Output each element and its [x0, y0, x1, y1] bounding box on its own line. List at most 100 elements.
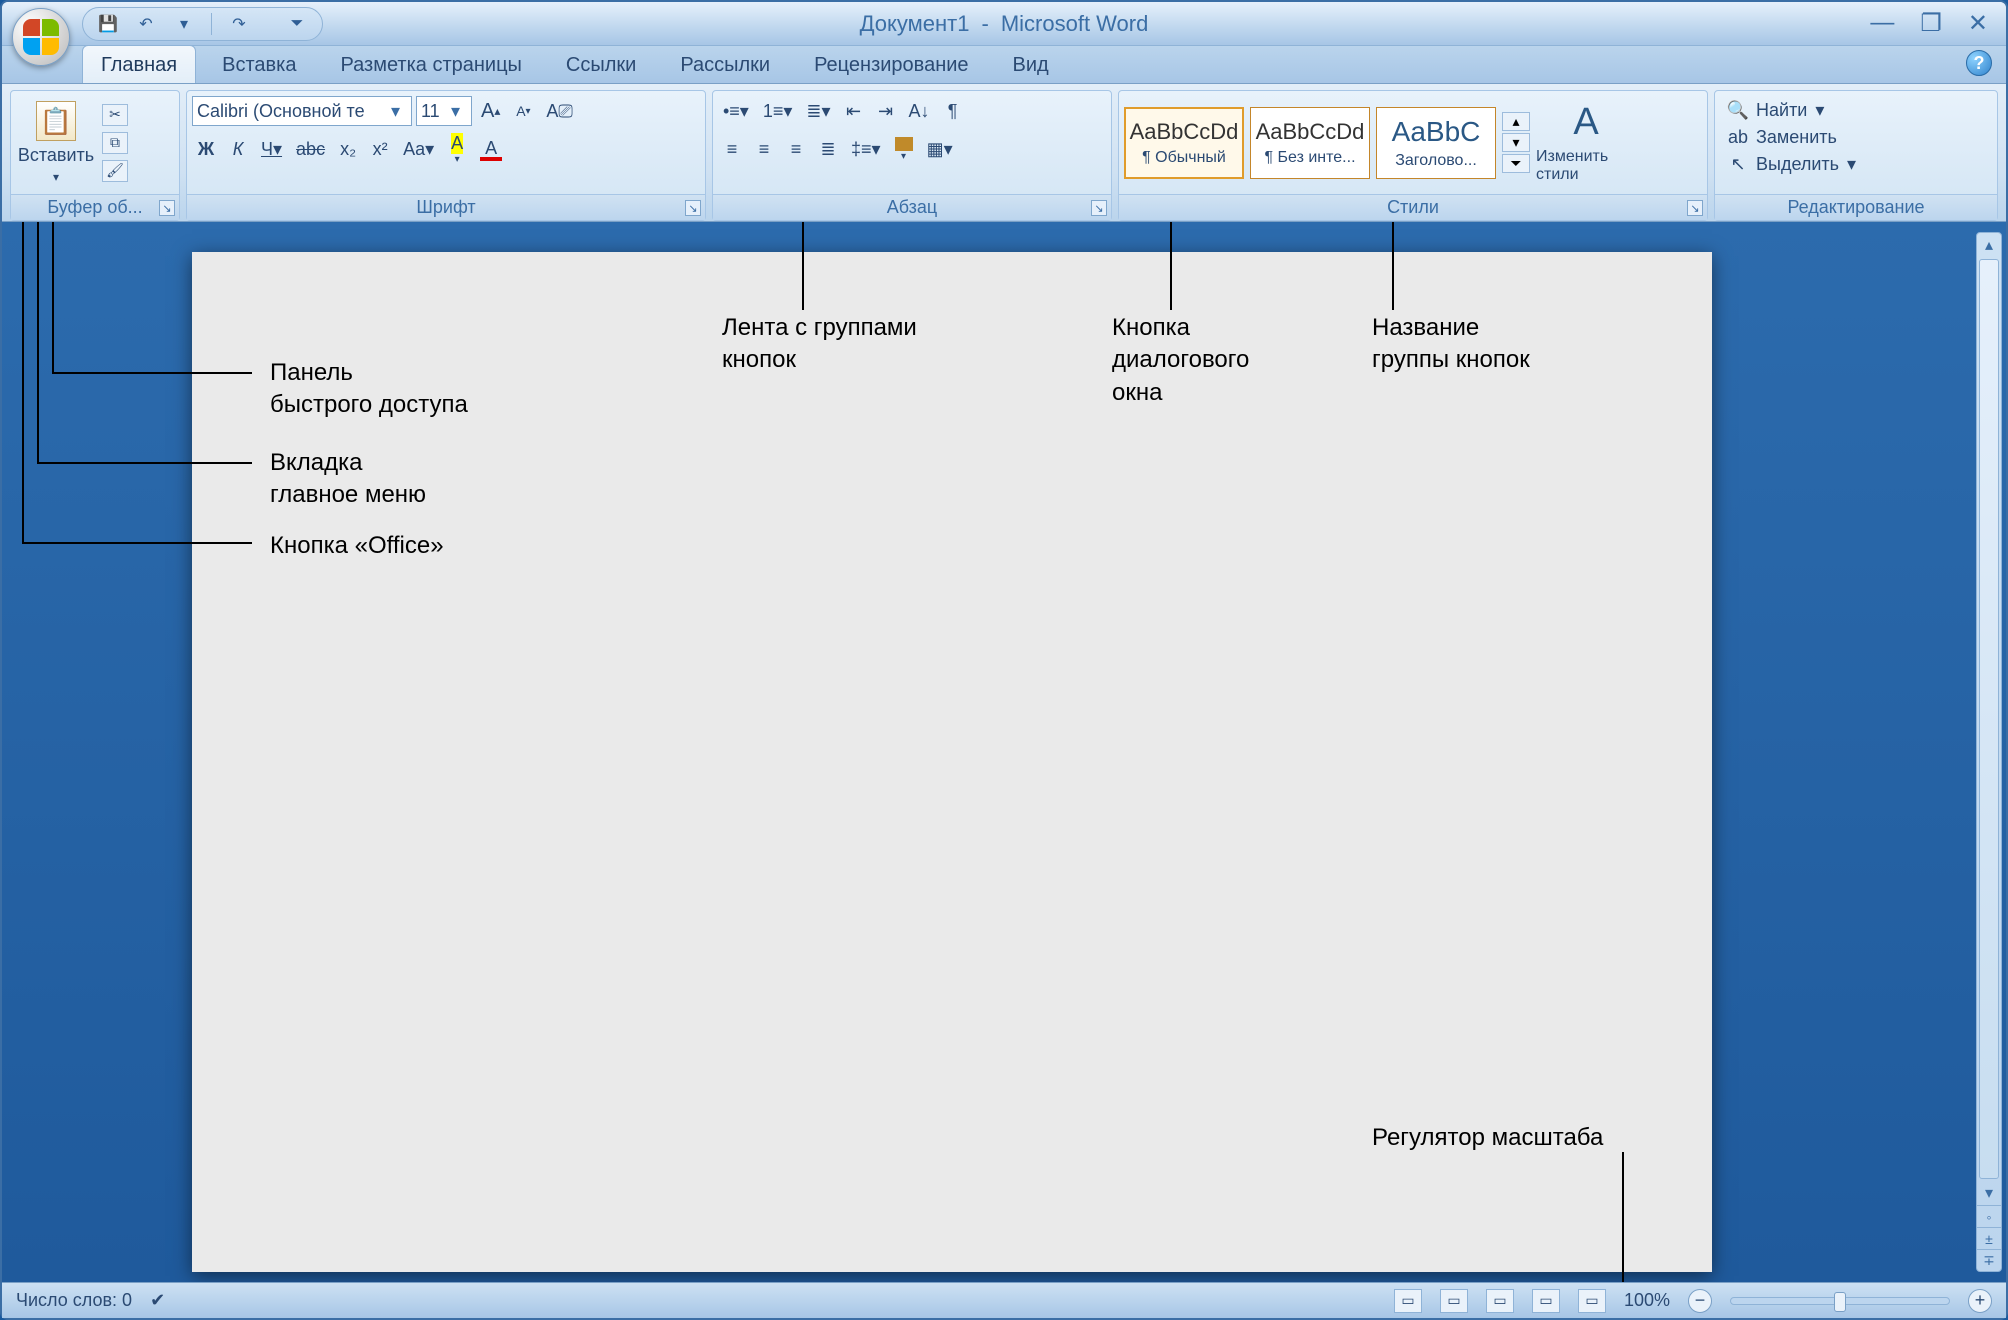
chevron-down-icon: ▾ [391, 101, 407, 122]
tab-page-layout[interactable]: Разметка страницы [322, 46, 539, 83]
group-editing-label: Редактирование [1715, 194, 1997, 220]
maximize-button[interactable]: ❐ [1920, 9, 1942, 38]
font-dialog-launcher[interactable]: ↘ [685, 200, 701, 216]
prev-page-button[interactable]: ± [1977, 1227, 2001, 1249]
scroll-up-button[interactable]: ▴ [1977, 233, 2001, 257]
undo-icon[interactable]: ↶ [135, 13, 157, 35]
office-button[interactable] [12, 8, 70, 66]
bullets-button[interactable]: •≡▾ [718, 96, 754, 126]
leader-line [22, 542, 252, 544]
shading-button[interactable]: ▾ [890, 134, 918, 164]
zoom-slider[interactable] [1730, 1297, 1950, 1305]
highlight-button[interactable]: A▾ [443, 134, 471, 164]
zoom-slider-knob[interactable] [1834, 1292, 1846, 1312]
vertical-scrollbar[interactable]: ▴ ▾ ◦ ± ∓ [1976, 232, 2002, 1272]
view-outline[interactable]: ▭ [1532, 1289, 1560, 1313]
close-button[interactable]: ✕ [1968, 9, 1988, 38]
tab-references[interactable]: Ссылки [548, 46, 654, 83]
show-marks-button[interactable]: ¶ [939, 96, 967, 126]
leader-line [52, 372, 252, 374]
italic-button[interactable]: К [224, 134, 252, 164]
group-clipboard: 📋 Вставить ▾ ✂ ⧉ 🖌 Буфер об... ↘ [10, 90, 180, 221]
view-web[interactable]: ▭ [1486, 1289, 1514, 1313]
style-expand[interactable]: ⏷ [1502, 154, 1530, 173]
view-full-screen[interactable]: ▭ [1440, 1289, 1468, 1313]
sort-button[interactable]: A↓ [904, 96, 935, 126]
tab-mailings[interactable]: Рассылки [662, 46, 788, 83]
style-gallery-nav: ▴ ▾ ⏷ [1502, 112, 1530, 173]
select-button[interactable]: ↖Выделить ▾ [1728, 154, 1856, 175]
borders-button[interactable]: ▦▾ [922, 134, 958, 164]
shrink-font-button[interactable]: A▾ [509, 96, 537, 126]
help-button[interactable]: ? [1966, 50, 1992, 76]
increase-indent-button[interactable]: ⇥ [872, 96, 900, 126]
view-draft[interactable]: ▭ [1578, 1289, 1606, 1313]
tab-home[interactable]: Главная [82, 45, 196, 83]
zoom-in-button[interactable]: + [1968, 1289, 1992, 1313]
style-heading1[interactable]: AaBbC Заголово... [1376, 107, 1496, 179]
copy-button[interactable]: ⧉ [102, 132, 128, 154]
clipboard-dialog-launcher[interactable]: ↘ [159, 200, 175, 216]
word-count[interactable]: Число слов: 0 [16, 1290, 132, 1311]
paste-icon: 📋 [36, 101, 76, 141]
font-size-combo[interactable]: 11▾ [416, 96, 472, 126]
multilevel-button[interactable]: ≣▾ [801, 96, 835, 126]
app-name: Microsoft Word [1001, 11, 1149, 37]
style-scroll-down[interactable]: ▾ [1502, 133, 1530, 152]
font-color-button[interactable]: A [475, 134, 507, 164]
styles-dialog-launcher[interactable]: ↘ [1687, 200, 1703, 216]
subscript-button[interactable]: x₂ [334, 134, 362, 164]
callout-dialog: Кнопка диалогового окна [1112, 312, 1249, 409]
scroll-down-button[interactable]: ▾ [1977, 1181, 2001, 1205]
paste-button[interactable]: 📋 Вставить ▾ [16, 96, 96, 189]
font-name-combo[interactable]: Calibri (Основной те▾ [192, 96, 412, 126]
style-scroll-up[interactable]: ▴ [1502, 112, 1530, 131]
callout-groupname: Название группы кнопок [1372, 312, 1530, 377]
line-spacing-button[interactable]: ‡≡▾ [846, 134, 886, 164]
redo-icon[interactable]: ↷ [228, 13, 250, 35]
next-page-button[interactable]: ∓ [1977, 1249, 2001, 1271]
page-canvas[interactable]: Лента с группами кнопок Кнопка диалогово… [192, 252, 1712, 1272]
align-center-button[interactable]: ≡ [750, 134, 778, 164]
strike-button[interactable]: abc [291, 134, 330, 164]
group-styles-label: Стили ↘ [1119, 194, 1707, 220]
tab-bar: Главная Вставка Разметка страницы Ссылки… [2, 46, 2006, 84]
replace-button[interactable]: abЗаменить [1728, 127, 1856, 148]
zoom-out-button[interactable]: − [1688, 1289, 1712, 1313]
word-window: 💾 ↶ ▾ ↷ ⏷ Документ1 - Microsoft Word — ❐… [0, 0, 2008, 1320]
zoom-percent[interactable]: 100% [1624, 1290, 1670, 1311]
tab-review[interactable]: Рецензирование [796, 46, 986, 83]
format-painter-button[interactable]: 🖌 [102, 160, 128, 182]
style-no-spacing[interactable]: AaBbCcDd ¶ Без инте... [1250, 107, 1370, 179]
quick-access-toolbar: 💾 ↶ ▾ ↷ ⏷ [82, 7, 323, 41]
scroll-thumb[interactable] [1979, 259, 1999, 1179]
minimize-button[interactable]: — [1870, 9, 1894, 38]
browse-object-button[interactable]: ◦ [1977, 1205, 2001, 1227]
callout-zoom: Регулятор масштаба [1372, 1122, 1603, 1154]
cut-button[interactable]: ✂ [102, 104, 128, 126]
proofing-icon[interactable]: ✔ [150, 1290, 165, 1311]
clear-format-button[interactable]: A⎚ [541, 96, 577, 126]
find-button[interactable]: 🔍Найти ▾ [1728, 100, 1856, 121]
superscript-button[interactable]: x² [366, 134, 394, 164]
justify-button[interactable]: ≣ [814, 134, 842, 164]
style-normal[interactable]: AaBbCcDd ¶ Обычный [1124, 107, 1244, 179]
align-left-button[interactable]: ≡ [718, 134, 746, 164]
tab-view[interactable]: Вид [995, 46, 1067, 83]
view-print-layout[interactable]: ▭ [1394, 1289, 1422, 1313]
numbering-button[interactable]: 1≡▾ [758, 96, 798, 126]
qat-dropdown-icon[interactable]: ▾ [173, 13, 195, 35]
change-case-button[interactable]: Aa▾ [398, 134, 439, 164]
decrease-indent-button[interactable]: ⇤ [840, 96, 868, 126]
callout-tab: Вкладка главное меню [270, 447, 426, 512]
group-styles: AaBbCcDd ¶ Обычный AaBbCcDd ¶ Без инте..… [1118, 90, 1708, 221]
save-icon[interactable]: 💾 [97, 13, 119, 35]
bold-button[interactable]: Ж [192, 134, 220, 164]
underline-button[interactable]: Ч▾ [256, 134, 287, 164]
align-right-button[interactable]: ≡ [782, 134, 810, 164]
qat-customize-icon[interactable]: ⏷ [286, 13, 308, 35]
change-styles-button[interactable]: A Изменить стили [1536, 101, 1636, 183]
paragraph-dialog-launcher[interactable]: ↘ [1091, 200, 1107, 216]
grow-font-button[interactable]: A▴ [476, 96, 505, 126]
tab-insert[interactable]: Вставка [204, 46, 314, 83]
